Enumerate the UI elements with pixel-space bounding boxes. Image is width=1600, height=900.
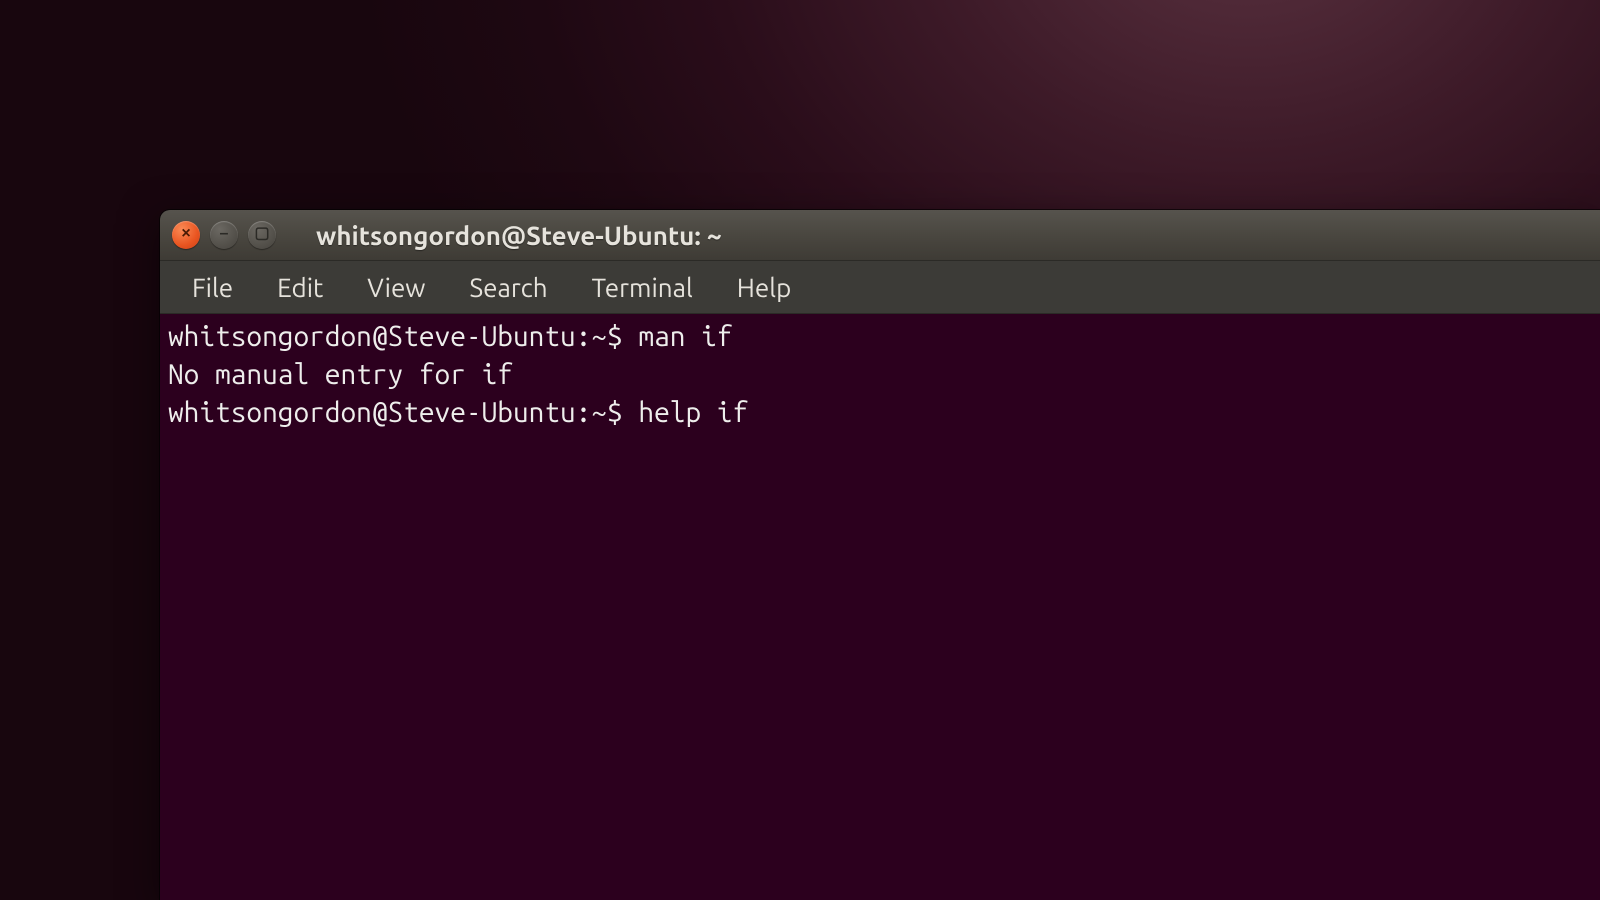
menu-search[interactable]: Search [447,265,569,310]
terminal-line: whitsongordon@Steve-Ubuntu:~$ help if [168,394,1592,432]
close-icon: × [181,226,190,242]
titlebar[interactable]: × – ▢ whitsongordon@Steve-Ubuntu: ~ [160,210,1600,261]
menu-view[interactable]: View [345,265,447,310]
minimize-icon: – [220,226,229,242]
terminal-window: × – ▢ whitsongordon@Steve-Ubuntu: ~ File… [160,210,1600,900]
command-text: help if [638,397,748,428]
maximize-button[interactable]: ▢ [248,221,276,249]
minimize-button[interactable]: – [210,221,238,249]
output-text: No manual entry for if [168,359,513,390]
menu-help[interactable]: Help [715,265,814,310]
close-button[interactable]: × [172,221,200,249]
menu-edit[interactable]: Edit [255,265,345,310]
window-title: whitsongordon@Steve-Ubuntu: ~ [316,221,722,250]
terminal-line: No manual entry for if [168,356,1592,394]
prompt: whitsongordon@Steve-Ubuntu:~$ [168,397,638,428]
menu-terminal[interactable]: Terminal [570,265,715,310]
terminal-output[interactable]: whitsongordon@Steve-Ubuntu:~$ man ifNo m… [160,314,1600,900]
window-controls: × – ▢ [172,221,276,249]
desktop-background: × – ▢ whitsongordon@Steve-Ubuntu: ~ File… [0,0,1600,900]
maximize-icon: ▢ [254,226,269,242]
terminal-line: whitsongordon@Steve-Ubuntu:~$ man if [168,318,1592,356]
command-text: man if [638,321,732,352]
menubar: File Edit View Search Terminal Help [160,261,1600,314]
prompt: whitsongordon@Steve-Ubuntu:~$ [168,321,638,352]
menu-file[interactable]: File [170,265,255,310]
